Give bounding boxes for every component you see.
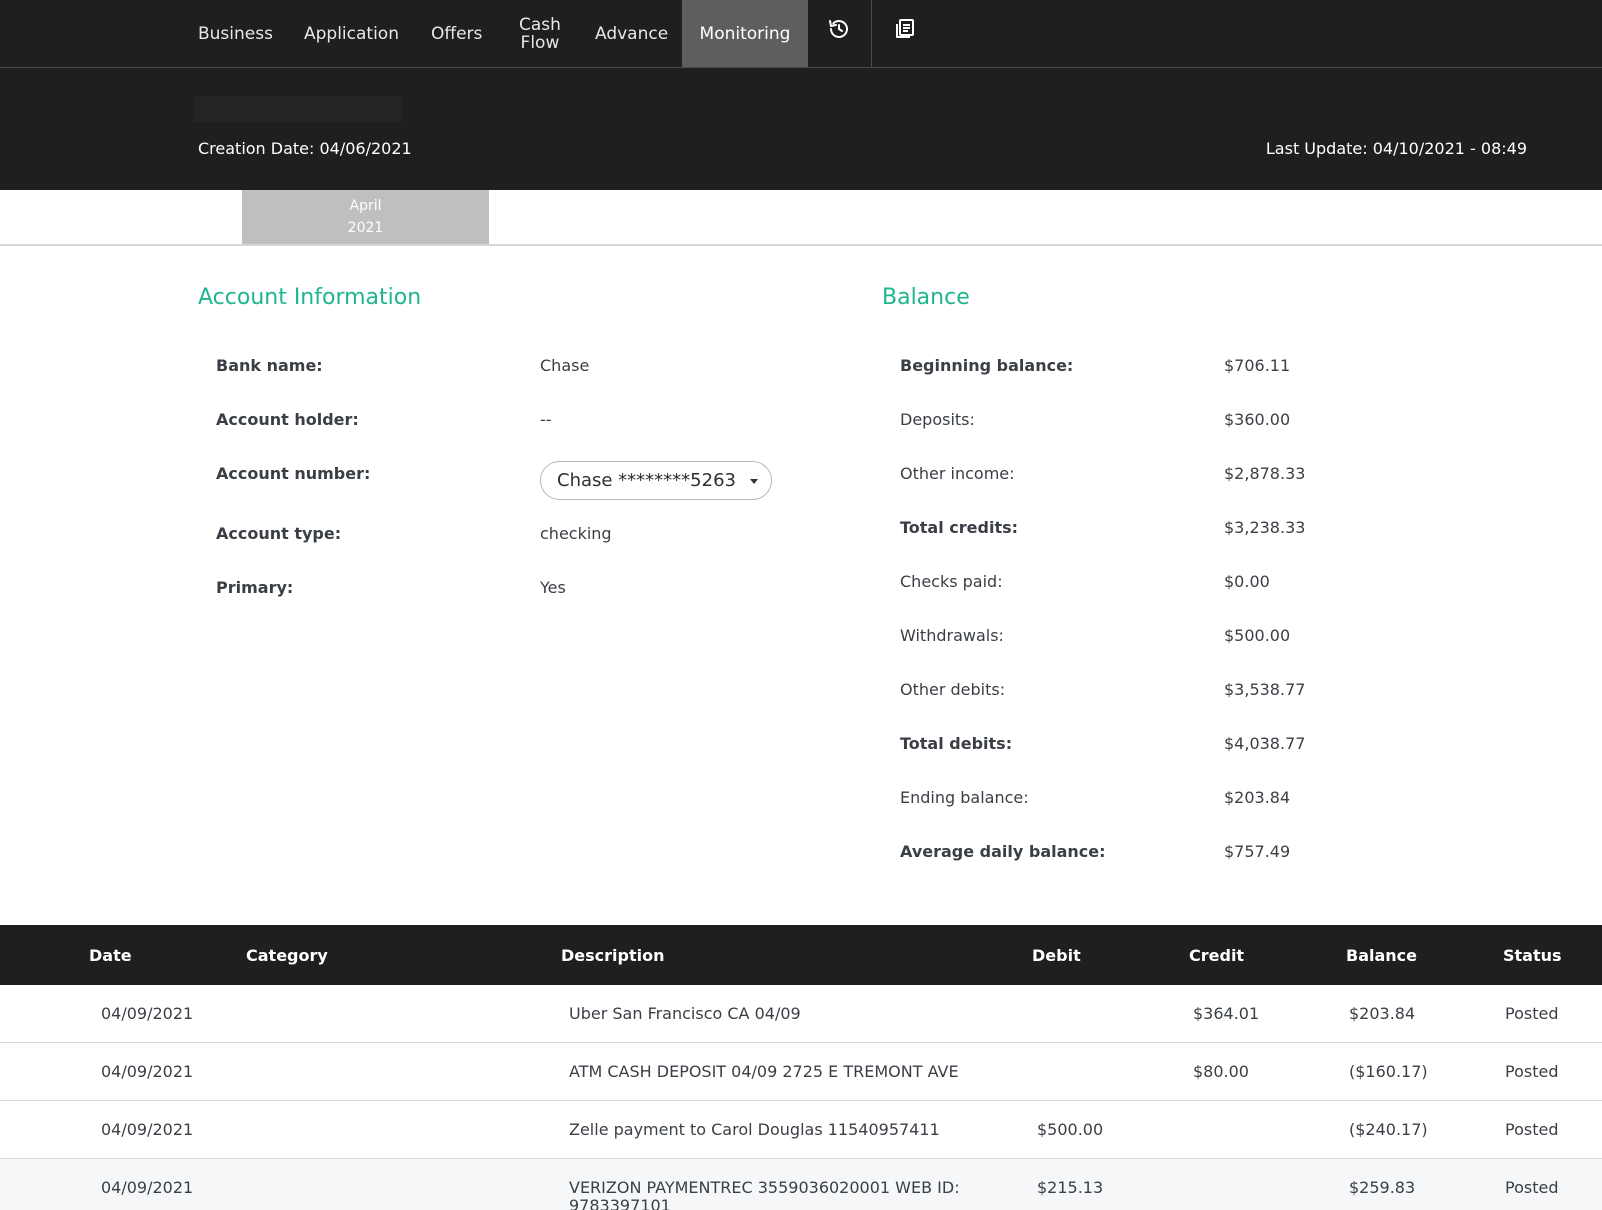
average-daily-balance-label: Average daily balance: — [900, 842, 1106, 861]
year-label: 2021 — [347, 220, 384, 236]
other-debits-value: $3,538.77 — [1224, 680, 1306, 699]
nav-tab-label: Offers — [431, 23, 483, 44]
nav-tab-business[interactable]: Business — [198, 0, 273, 67]
column-header-category[interactable]: Category — [246, 925, 328, 985]
history-icon[interactable] — [826, 16, 852, 42]
cell-description-line1: VERIZON PAYMENTREC 3559036020001 WEB ID: — [569, 1178, 960, 1197]
account-holder-value: -- — [540, 410, 552, 429]
column-header-credit[interactable]: Credit — [1189, 925, 1244, 985]
column-header-date[interactable]: Date — [89, 925, 132, 985]
other-income-value: $2,878.33 — [1224, 464, 1306, 483]
other-income-label: Other income: — [900, 464, 1015, 483]
nav-tab-cash-flow[interactable]: Cash Flow — [519, 0, 561, 67]
last-update: Last Update: 04/10/2021 - 08:49 — [1265, 139, 1527, 158]
cell-description-line2: 9783397101 — [569, 1196, 671, 1210]
column-header-description[interactable]: Description — [561, 925, 664, 985]
cell-status: Posted — [1505, 1062, 1559, 1081]
cell-balance: ($240.17) — [1349, 1120, 1428, 1139]
cell-description: ATM CASH DEPOSIT 04/09 2725 E TREMONT AV… — [569, 1063, 959, 1081]
cell-balance: $203.84 — [1349, 1004, 1416, 1023]
cell-status: Posted — [1505, 1178, 1559, 1197]
withdrawals-value: $500.00 — [1224, 626, 1291, 645]
cell-balance: ($160.17) — [1349, 1062, 1428, 1081]
account-type-value: checking — [540, 524, 612, 543]
column-header-balance[interactable]: Balance — [1346, 925, 1417, 985]
beginning-balance-label: Beginning balance: — [900, 356, 1074, 375]
cell-date: 04/09/2021 — [101, 1178, 194, 1197]
account-number-label: Account number: — [216, 464, 371, 483]
cell-credit: $80.00 — [1193, 1062, 1249, 1081]
cell-date: 04/09/2021 — [101, 1004, 194, 1023]
total-debits-label: Total debits: — [900, 734, 1013, 753]
ending-balance-label: Ending balance: — [900, 788, 1029, 807]
nav-separator — [871, 0, 872, 67]
checks-paid-label: Checks paid: — [900, 572, 1003, 591]
bank-name-value: Chase — [540, 356, 590, 375]
table-row[interactable]: 04/09/2021 Zelle payment to Carol Dougla… — [0, 1101, 1602, 1159]
cell-balance: $259.83 — [1349, 1178, 1416, 1197]
nav-tab-label: Cash — [519, 14, 561, 35]
table-row[interactable]: 04/09/2021 VERIZON PAYMENTREC 3559036020… — [0, 1159, 1602, 1210]
ending-balance-value: $203.84 — [1224, 788, 1291, 807]
balance-title: Balance — [882, 285, 970, 310]
creation-date: Creation Date: 04/06/2021 — [198, 139, 412, 158]
cell-description: Zelle payment to Carol Douglas 115409574… — [569, 1121, 940, 1139]
nav-tab-label: Monitoring — [699, 23, 791, 44]
cell-status: Posted — [1505, 1004, 1559, 1023]
checks-paid-value: $0.00 — [1224, 572, 1270, 591]
table-row[interactable]: 04/09/2021 ATM CASH DEPOSIT 04/09 2725 E… — [0, 1043, 1602, 1101]
cell-credit: $364.01 — [1193, 1004, 1260, 1023]
column-header-debit[interactable]: Debit — [1032, 925, 1081, 985]
document-list-icon[interactable] — [892, 16, 918, 42]
nav-tab-monitoring[interactable]: Monitoring — [682, 0, 808, 67]
table-row[interactable]: 04/09/2021 Uber San Francisco CA 04/09 $… — [0, 985, 1602, 1043]
transactions-table-header: Date Category Description Debit Credit B… — [0, 925, 1602, 985]
cell-date: 04/09/2021 — [101, 1062, 194, 1081]
column-header-status[interactable]: Status — [1503, 925, 1562, 985]
account-number-select[interactable]: Chase ********5263 — [540, 461, 772, 500]
deposits-label: Deposits: — [900, 410, 975, 429]
total-debits-value: $4,038.77 — [1224, 734, 1306, 753]
average-daily-balance-value: $757.49 — [1224, 842, 1291, 861]
nav-tab-advance[interactable]: Advance — [595, 0, 668, 67]
nav-tab-application[interactable]: Application — [304, 0, 399, 67]
nav-tab-label: Flow — [520, 32, 560, 53]
nav-tab-label: Application — [304, 23, 399, 44]
cell-description: VERIZON PAYMENTREC 3559036020001 WEB ID:… — [569, 1179, 960, 1210]
bank-name-label: Bank name: — [216, 356, 323, 375]
beginning-balance-value: $706.11 — [1224, 356, 1291, 375]
nav-tab-offers[interactable]: Offers — [431, 0, 482, 67]
cell-date: 04/09/2021 — [101, 1120, 194, 1139]
cell-debit: $215.13 — [1037, 1178, 1104, 1197]
cell-description-line1: ATM CASH DEPOSIT 04/09 2725 E TREMONT AV… — [569, 1062, 959, 1081]
caret-down-icon — [750, 479, 758, 484]
account-information-title: Account Information — [198, 285, 422, 310]
account-type-label: Account type: — [216, 524, 342, 543]
cell-status: Posted — [1505, 1120, 1559, 1139]
primary-label: Primary: — [216, 578, 294, 597]
month-tab-april-2021[interactable]: April 2021 — [242, 190, 489, 244]
withdrawals-label: Withdrawals: — [900, 626, 1004, 645]
total-credits-label: Total credits: — [900, 518, 1019, 537]
other-debits-label: Other debits: — [900, 680, 1006, 699]
cell-debit: $500.00 — [1037, 1120, 1104, 1139]
month-tab-strip: April 2021 — [0, 190, 1602, 246]
header-band: Creation Date: 04/06/2021 Last Update: 0… — [0, 68, 1602, 190]
cell-description-line1: Zelle payment to Carol Douglas 115409574… — [569, 1120, 940, 1139]
cell-description-line1: Uber San Francisco CA 04/09 — [569, 1004, 801, 1023]
nav-tab-label: Business — [198, 23, 273, 44]
primary-value: Yes — [540, 578, 566, 597]
nav-tab-label: Advance — [595, 23, 669, 44]
account-number-selected-value: Chase ********5263 — [557, 470, 736, 491]
month-label: April — [349, 198, 382, 214]
deposits-value: $360.00 — [1224, 410, 1291, 429]
top-navigation: Business Application Offers Cash Flow Ad… — [0, 0, 1602, 68]
cell-description: Uber San Francisco CA 04/09 — [569, 1005, 801, 1023]
redacted-business-name — [193, 96, 403, 122]
total-credits-value: $3,238.33 — [1224, 518, 1306, 537]
account-holder-label: Account holder: — [216, 410, 359, 429]
